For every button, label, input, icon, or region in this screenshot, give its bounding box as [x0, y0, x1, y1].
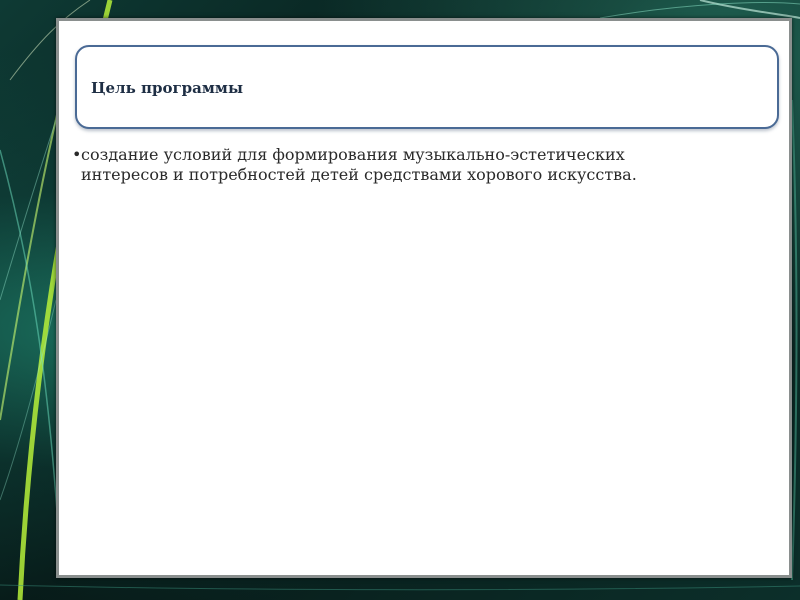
slide-title: Цель программы	[91, 79, 243, 97]
body-text-line-2: интересов и потребностей детей средствам…	[81, 165, 637, 184]
title-box: Цель программы	[75, 45, 779, 129]
bullet-marker: •	[72, 145, 82, 164]
bullet-list-item: • создание условий для формирования музы…	[72, 145, 721, 185]
body-text-line-1: создание условий для формирования музыка…	[81, 145, 625, 164]
slide-panel: Цель программы • создание условий для фо…	[56, 18, 792, 578]
